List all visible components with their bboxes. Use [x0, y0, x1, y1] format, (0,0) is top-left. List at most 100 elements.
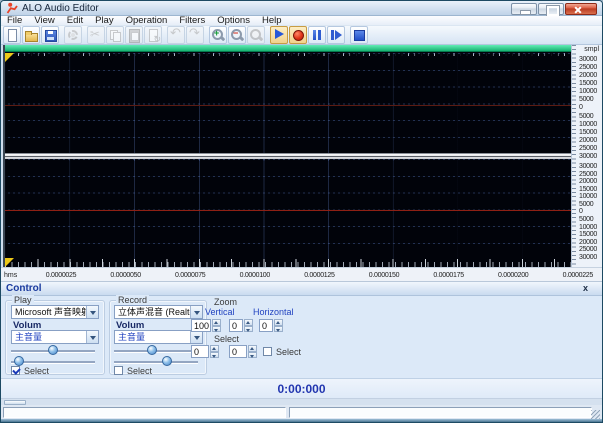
close-icon[interactable] [565, 3, 597, 15]
time-tick-label: 0.0000150 [368, 272, 400, 279]
slider-thumb[interactable] [146, 345, 157, 355]
resize-grip-icon[interactable] [591, 410, 600, 419]
control-panel-close-icon[interactable]: x [583, 283, 588, 293]
skip-forward-icon [329, 28, 343, 42]
maximize-icon[interactable] [538, 3, 564, 17]
spinner-down-icon[interactable] [274, 325, 283, 332]
select-value-2[interactable]: 0 [229, 345, 247, 358]
amplitude-tick-label: 25000 [579, 64, 597, 72]
record-balance-slider[interactable] [114, 345, 198, 356]
zoom-horizontal-spinner-1[interactable]: 0 [229, 319, 253, 332]
control-panel-title: Control [6, 283, 42, 294]
record-button[interactable] [289, 26, 307, 44]
menu-item-play[interactable]: Play [89, 15, 119, 26]
pause-button[interactable] [308, 26, 326, 44]
position-marker-bottom[interactable] [5, 258, 14, 267]
time-tick-label: 0.0000200 [497, 272, 529, 279]
play-select-label: Select [24, 366, 50, 376]
dropdown-arrow-icon[interactable] [190, 306, 202, 318]
loaded-region-bar[interactable] [5, 45, 571, 52]
zoom-horizontal-value-2[interactable]: 0 [259, 319, 273, 332]
play-device-dropdown[interactable]: Microsoft 声音映射器 [11, 305, 99, 319]
record-select-checkbox[interactable] [114, 366, 123, 375]
play-balance-slider[interactable] [11, 345, 95, 356]
zoom-normal-button[interactable] [247, 26, 265, 44]
zoom-out-button[interactable] [228, 26, 246, 44]
spinner-down-icon[interactable] [210, 351, 219, 358]
dropdown-arrow-icon[interactable] [86, 331, 98, 343]
zoom-horizontal-spinner-2[interactable]: 0 [259, 319, 283, 332]
zoom-vertical-label: Vertical [205, 307, 235, 317]
waveform-channel-2[interactable] [5, 159, 571, 259]
record-volume-dropdown[interactable]: 主音量 [114, 330, 203, 344]
position-marker-top[interactable] [5, 53, 14, 62]
menu-item-view[interactable]: View [28, 15, 60, 26]
time-tick-label: 0.0000075 [174, 272, 206, 279]
select-value-1[interactable]: 0 [191, 345, 209, 358]
cut-icon [89, 27, 103, 42]
window-title: ALO Audio Editor [22, 3, 99, 14]
redo-button[interactable] [186, 26, 204, 44]
slider-thumb[interactable] [48, 345, 58, 355]
play-select-checkbox[interactable] [11, 366, 20, 375]
select-value-spinner-2[interactable]: 0 [229, 345, 257, 358]
menu-item-filters[interactable]: Filters [173, 15, 211, 26]
spinner-down-icon[interactable] [248, 351, 257, 358]
record-device-dropdown[interactable]: 立体声混音 (Realtek High D [114, 305, 203, 319]
amplitude-tick-label: 25000 [579, 144, 597, 152]
waveform-channel-1[interactable] [5, 53, 571, 161]
waveform-display[interactable] [3, 45, 571, 267]
amplitude-tick-label: 25000 [579, 170, 597, 178]
amplitude-tick-label: 20000 [579, 238, 597, 246]
channel-separator[interactable] [5, 153, 571, 159]
app-icon [6, 2, 18, 14]
properties-button[interactable] [144, 26, 162, 44]
amplitude-tick-label: 30000 [579, 152, 597, 160]
zoom-vertical-spinner[interactable]: 100 [191, 319, 221, 332]
copy-button[interactable] [106, 26, 124, 44]
play-volume-dropdown[interactable]: 主音量 [11, 330, 99, 344]
spinner-down-icon[interactable] [244, 325, 253, 332]
settings-button[interactable] [64, 26, 82, 44]
select-range-checkbox[interactable] [263, 347, 272, 356]
stop-button[interactable] [350, 26, 368, 44]
spinner-down-icon[interactable] [212, 325, 221, 332]
skip-forward-button[interactable] [327, 26, 345, 44]
slider-track[interactable] [114, 361, 198, 363]
undo-button[interactable] [167, 26, 185, 44]
slider-track[interactable] [11, 361, 95, 363]
paste-button[interactable] [125, 26, 143, 44]
play-button[interactable] [270, 26, 288, 44]
open-file-button[interactable] [22, 26, 40, 44]
zoom-horizontal-value-1[interactable]: 0 [229, 319, 243, 332]
horizontal-scrollbar[interactable] [1, 398, 602, 405]
save-file-button[interactable] [41, 26, 59, 44]
cut-button[interactable] [87, 26, 105, 44]
status-field-left [3, 407, 286, 418]
amplitude-tick-label: 5000 [579, 200, 594, 208]
menu-item-edit[interactable]: Edit [61, 15, 89, 26]
select-value-spinner-1[interactable]: 0 [191, 345, 219, 358]
minimize-icon[interactable] [511, 3, 537, 15]
amplitude-tick-label: 20000 [579, 136, 597, 144]
zoom-in-button[interactable] [209, 26, 227, 44]
menu-item-file[interactable]: File [1, 15, 28, 26]
amplitude-tick-label: 15000 [579, 185, 597, 193]
menu-item-options[interactable]: Options [211, 15, 256, 26]
copy-icon [108, 28, 122, 42]
dropdown-arrow-icon[interactable] [190, 331, 202, 343]
menu-item-operation[interactable]: Operation [120, 15, 174, 26]
save-file-icon [43, 28, 57, 42]
zoom-vertical-value[interactable]: 100 [191, 319, 211, 332]
new-file-button[interactable] [3, 26, 21, 44]
record-group-caption: Record [116, 295, 150, 305]
amplitude-unit-label: smpl [584, 46, 599, 53]
menu-item-help[interactable]: Help [256, 15, 288, 26]
slider-thumb[interactable] [161, 356, 172, 366]
title-bar[interactable]: ALO Audio Editor [1, 1, 602, 17]
slider-thumb[interactable] [13, 356, 24, 366]
amplitude-tick-label: 20000 [579, 72, 597, 80]
zoom-in-icon [211, 28, 226, 42]
dropdown-arrow-icon[interactable] [86, 306, 98, 318]
time-tick-label: 0.0000175 [433, 272, 464, 279]
